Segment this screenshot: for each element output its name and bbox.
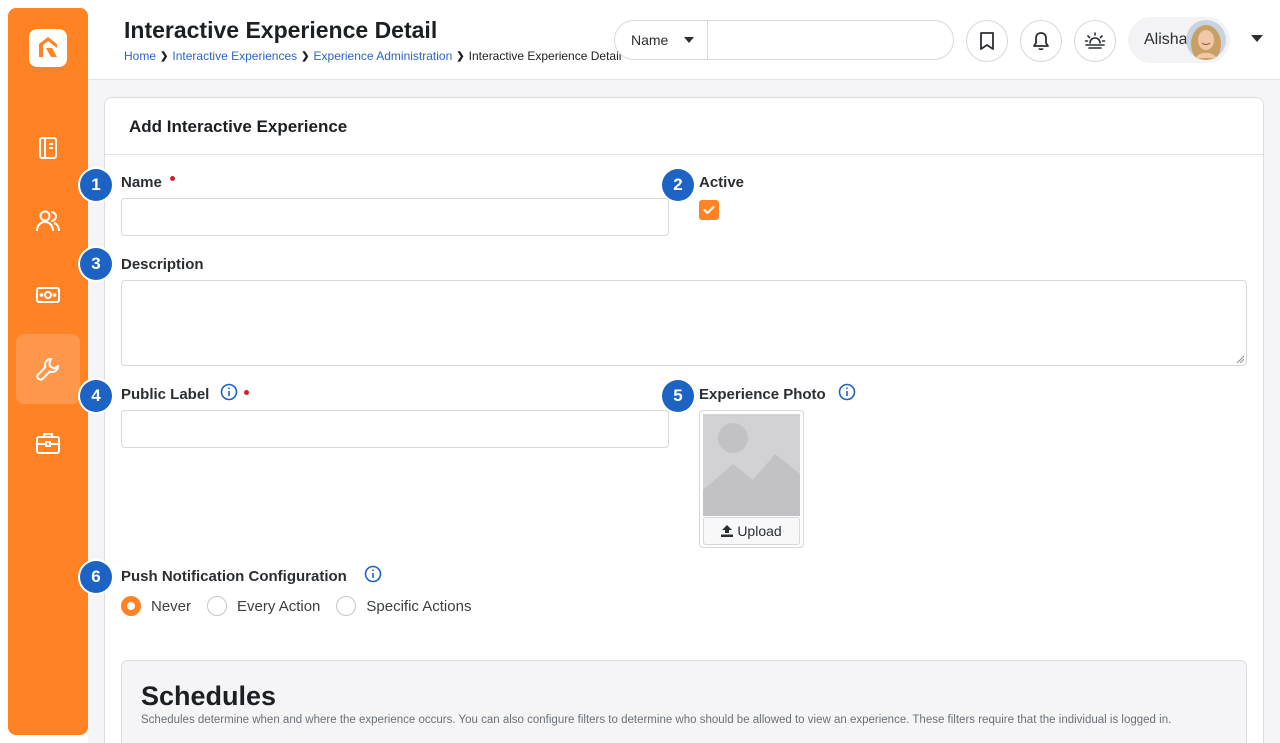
- description-textarea[interactable]: [121, 280, 1247, 366]
- caret-down-icon[interactable]: [1251, 35, 1263, 43]
- annotation-badge-2: 2: [662, 169, 694, 201]
- info-icon[interactable]: [364, 565, 382, 583]
- active-label: Active: [699, 174, 745, 191]
- public-label-text: Public Label: [121, 386, 210, 403]
- avatar: [1186, 20, 1226, 60]
- public-label-input[interactable]: [121, 410, 669, 448]
- name-label-text: Name: [121, 174, 162, 191]
- sidebar-item-book[interactable]: [16, 113, 80, 183]
- schedules-description: Schedules determine when and where the e…: [141, 714, 1172, 726]
- upload-icon: [721, 525, 734, 537]
- bookmark-icon: [980, 32, 994, 50]
- annotation-badge-5: 5: [662, 380, 694, 412]
- image-placeholder-icon: [703, 414, 800, 516]
- briefcase-icon: [36, 433, 60, 454]
- user-menu[interactable]: Alisha: [1128, 17, 1230, 63]
- app-logo[interactable]: [29, 29, 67, 67]
- search-filter-value: Name: [631, 32, 669, 48]
- sidebar-item-people[interactable]: [16, 186, 80, 256]
- push-config-radio-group: Never Every Action Specific Actions: [121, 596, 487, 616]
- sidebar-item-briefcase[interactable]: [16, 408, 80, 478]
- top-header: Interactive Experience Detail Home ❯ Int…: [88, 0, 1280, 80]
- name-input[interactable]: [121, 198, 669, 236]
- annotation-badge-6: 6: [80, 561, 112, 593]
- card-title: Add Interactive Experience: [129, 117, 348, 136]
- push-config-label: Push Notification Configuration: [121, 568, 347, 585]
- caret-down-icon: [684, 36, 695, 43]
- notifications-button[interactable]: [1020, 20, 1062, 62]
- sidebar-item-admin-tools[interactable]: [16, 334, 80, 404]
- user-name: Alisha: [1144, 31, 1188, 48]
- name-label: Name: [121, 174, 175, 191]
- required-indicator: [244, 390, 249, 395]
- bookmark-button[interactable]: [966, 20, 1008, 62]
- breadcrumb-home[interactable]: Home: [124, 49, 156, 63]
- sidebar: [8, 8, 88, 735]
- people-icon: [36, 210, 60, 232]
- page-title: Interactive Experience Detail: [124, 17, 438, 43]
- description-wrapper: [121, 280, 1247, 366]
- wrench-icon: [36, 358, 59, 381]
- breadcrumb-current: Interactive Experience Detail: [468, 49, 622, 63]
- annotation-badge-4: 4: [80, 380, 112, 412]
- info-icon[interactable]: [838, 383, 856, 401]
- radio-button[interactable]: [336, 596, 357, 616]
- active-checkbox[interactable]: [699, 200, 719, 220]
- upload-label: Upload: [737, 523, 782, 539]
- search-filter-select[interactable]: Name: [615, 21, 708, 59]
- radio-button[interactable]: [207, 596, 228, 616]
- required-indicator: [169, 176, 175, 181]
- experience-photo-label: Experience Photo: [699, 386, 826, 403]
- book-icon: [39, 137, 57, 159]
- radio-option-every-action[interactable]: Every Action: [207, 596, 320, 616]
- money-icon: [36, 287, 60, 303]
- theme-toggle-button[interactable]: [1074, 20, 1116, 62]
- chevron-right-icon: ❯: [301, 50, 310, 62]
- public-label-label: Public Label: [121, 386, 209, 403]
- sidebar-item-finance[interactable]: [16, 260, 80, 330]
- schedules-title: Schedules: [141, 681, 277, 711]
- upload-button[interactable]: Upload: [703, 517, 800, 545]
- breadcrumb: Home ❯ Interactive Experiences ❯ Experie…: [124, 49, 621, 63]
- radio-label: Every Action: [237, 597, 321, 615]
- annotation-badge-1: 1: [80, 169, 112, 201]
- card-header: Add Interactive Experience: [105, 98, 1263, 155]
- experience-photo-picker: Upload: [699, 410, 804, 548]
- radio-button-selected[interactable]: [121, 596, 141, 616]
- bell-icon: [1033, 32, 1049, 51]
- annotation-badge-3: 3: [80, 248, 112, 280]
- chevron-right-icon: ❯: [456, 50, 465, 62]
- schedules-panel: Schedules Schedules determine when and w…: [121, 660, 1247, 743]
- search-box: Name: [614, 20, 954, 60]
- breadcrumb-experience-administration[interactable]: Experience Administration: [314, 49, 453, 63]
- logo-icon: [39, 37, 57, 57]
- radio-option-specific-actions[interactable]: Specific Actions: [336, 596, 471, 616]
- description-label: Description: [121, 256, 204, 273]
- radio-label: Specific Actions: [366, 597, 472, 615]
- chevron-right-icon: ❯: [160, 50, 169, 62]
- checkmark-icon: [703, 206, 715, 214]
- resize-handle-icon[interactable]: [1236, 355, 1244, 363]
- info-icon[interactable]: [220, 383, 238, 401]
- search-input[interactable]: [708, 21, 953, 59]
- breadcrumb-interactive-experiences[interactable]: Interactive Experiences: [172, 49, 297, 63]
- radio-label: Never: [151, 597, 192, 615]
- sunrise-icon: [1084, 32, 1106, 49]
- radio-option-never[interactable]: Never: [121, 596, 191, 616]
